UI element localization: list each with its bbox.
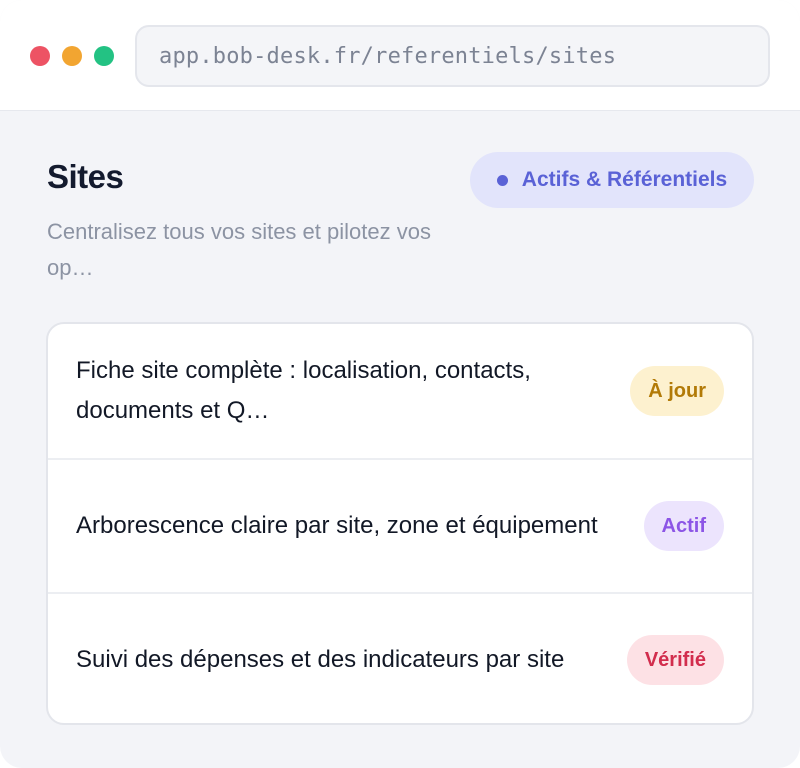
list-item: Fiche site complète : localisation, cont… bbox=[48, 324, 752, 458]
list-item-text: Arborescence claire par site, zone et éq… bbox=[76, 512, 598, 539]
browser-window: app.bob-desk.fr/referentiels/sites Sites… bbox=[0, 0, 800, 768]
list-item: Suivi des dépenses et des indicateurs pa… bbox=[48, 592, 752, 723]
address-bar[interactable]: app.bob-desk.fr/referentiels/sites bbox=[135, 25, 770, 87]
list-item-text: Fiche site complète : localisation, cont… bbox=[76, 357, 531, 424]
category-badge: Actifs & Référentiels bbox=[470, 152, 754, 208]
page-subtitle: Centralisez tous vos sites et pilotez vo… bbox=[47, 219, 431, 280]
minimize-window-button[interactable] bbox=[62, 46, 82, 66]
status-badge: Actif bbox=[643, 501, 724, 551]
maximize-window-button[interactable] bbox=[94, 46, 114, 66]
dot-icon bbox=[496, 174, 508, 186]
page-title: Sites bbox=[47, 158, 124, 195]
feature-list-card: Fiche site complète : localisation, cont… bbox=[46, 322, 754, 725]
list-item-text: Suivi des dépenses et des indicateurs pa… bbox=[76, 646, 565, 673]
category-badge-label: Actifs & Référentiels bbox=[521, 168, 728, 191]
browser-toolbar: app.bob-desk.fr/referentiels/sites bbox=[0, 0, 800, 111]
list-item: Arborescence claire par site, zone et éq… bbox=[48, 458, 752, 592]
close-window-button[interactable] bbox=[30, 46, 50, 66]
url-text: app.bob-desk.fr/referentiels/sites bbox=[159, 43, 617, 69]
status-badge: À jour bbox=[630, 366, 724, 416]
status-badge: Vérifié bbox=[626, 635, 724, 685]
